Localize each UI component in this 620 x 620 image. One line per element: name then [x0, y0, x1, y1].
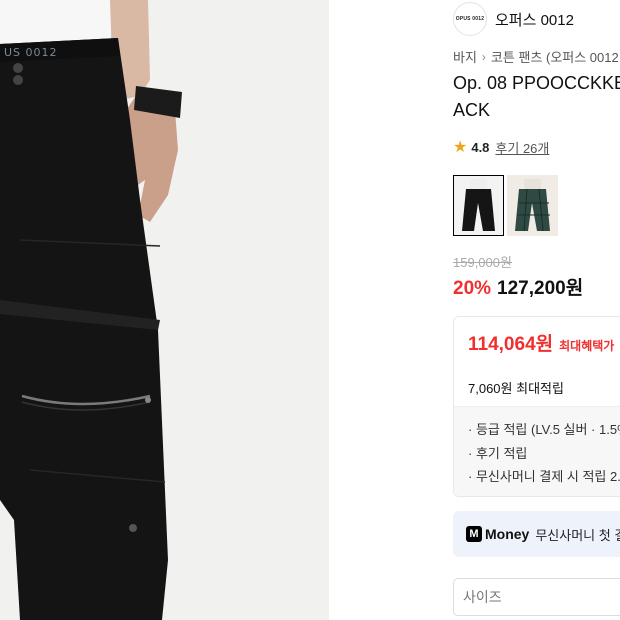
money-banner[interactable]: M Money 무신사머니 첫 결: [453, 511, 620, 557]
max-benefit-label: 최대혜택가: [559, 339, 615, 353]
brand-logo[interactable]: OPUS 0012: [453, 2, 487, 36]
benefit-list: · 등급 적립 (LV.5 실버 · 1.5% · 후기 적립 · 무신사머니 …: [454, 407, 620, 496]
max-points: 7,060원 최대적립: [468, 381, 564, 396]
money-icon: M: [466, 526, 482, 542]
benefit-item-money: · 무신사머니 결제 시 적립 2.5: [468, 469, 620, 484]
price-row: 20% 127,200원: [453, 273, 583, 300]
variant-green-check[interactable]: [507, 175, 558, 236]
chevron-right-icon: ›: [481, 49, 486, 64]
benefit-box: 114,064원 최대혜택가 7,060원 최대적립 · 등급 적립 (LV.5…: [453, 316, 620, 497]
benefit-summary: 114,064원 최대혜택가 7,060원 최대적립: [454, 317, 620, 407]
brand-name[interactable]: 오퍼스 0012: [495, 9, 574, 30]
size-select[interactable]: 사이즈: [453, 578, 620, 616]
product-title: Op. 08 PPOOCCKKETLACK: [453, 73, 620, 120]
breadcrumb-item-subcategory[interactable]: 코튼 팬츠 (오퍼스 0012: [491, 47, 619, 66]
brand-row[interactable]: OPUS 0012 오퍼스 0012: [453, 2, 574, 36]
max-benefit-row[interactable]: 114,064원 최대혜택가: [468, 329, 620, 356]
breadcrumb: 바지 › 코튼 팬츠 (오퍼스 0012: [453, 47, 619, 66]
variant-black-thumb: [453, 175, 504, 236]
sale-price: 127,200원: [497, 278, 584, 299]
product-image[interactable]: US 0012: [0, 0, 329, 620]
benefit-item-review: · 후기 적립: [468, 445, 528, 461]
star-icon: ★: [453, 138, 468, 156]
variant-black[interactable]: [453, 175, 504, 236]
color-variants: [453, 175, 558, 236]
rating-score: 4.8: [471, 140, 490, 155]
benefit-item-grade: · 등급 적립 (LV.5 실버 · 1.5%: [468, 422, 620, 437]
discount-rate: 20%: [453, 278, 492, 299]
money-banner-text: 무신사머니 첫 결: [535, 527, 620, 543]
money-brand: Money: [485, 526, 530, 542]
waistband-text: US 0012: [4, 46, 58, 59]
breadcrumb-item-category[interactable]: 바지: [453, 47, 477, 66]
max-benefit-price: 114,064원: [468, 334, 554, 355]
product-photo-pants: US 0012: [0, 0, 329, 620]
rating-row: ★ 4.8 후기 26개: [453, 138, 549, 157]
original-price: 159,000원: [453, 255, 512, 270]
size-select-placeholder: 사이즈: [463, 589, 502, 605]
gallery-gap: [329, 0, 437, 620]
reviews-link[interactable]: 후기 26개: [495, 138, 549, 157]
variant-green-thumb: [507, 175, 558, 236]
product-info-panel: OPUS 0012 오퍼스 0012 바지 › 코튼 팬츠 (오퍼스 0012 …: [453, 0, 620, 620]
